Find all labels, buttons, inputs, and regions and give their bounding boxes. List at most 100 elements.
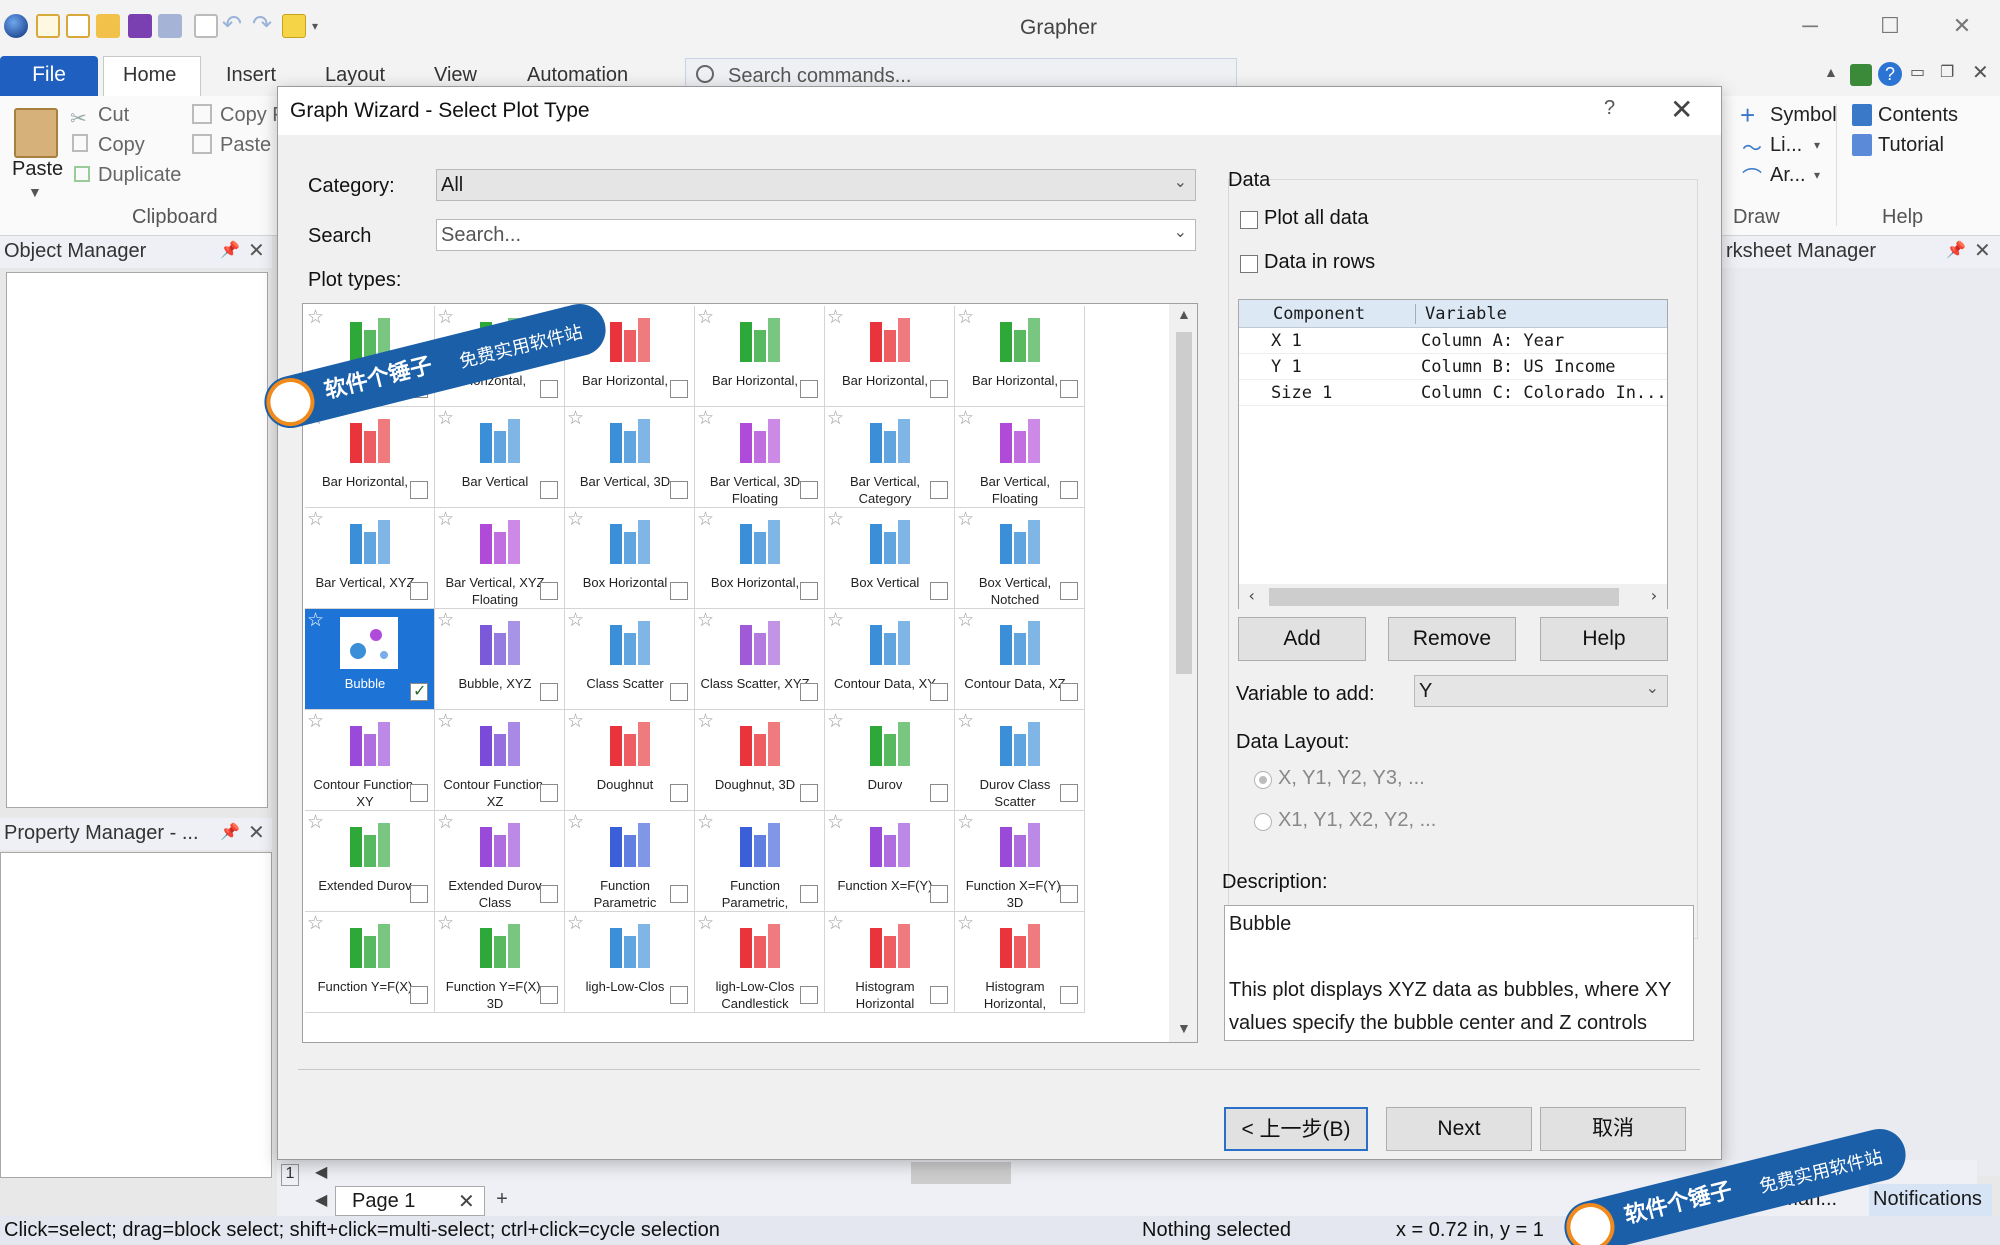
plot-type-tile[interactable]: ☆ Durov (825, 710, 955, 811)
favorite-star-icon[interactable]: ☆ (957, 508, 974, 531)
scroll-left-icon[interactable]: ◀ (315, 1162, 327, 1182)
plot-type-tile[interactable]: ☆ Bar Vertical (435, 407, 565, 508)
plot-type-checkbox[interactable] (670, 885, 688, 903)
plot-type-checkbox[interactable] (670, 683, 688, 701)
arc-button[interactable]: Ar... (1770, 164, 1806, 187)
plot-type-tile[interactable]: ☆ ligh-Low-Clos (565, 912, 695, 1013)
plot-type-tile[interactable]: ☆ Bar Vertical, XYZ Floating (435, 508, 565, 609)
paste-dropdown-icon[interactable]: ▼ (28, 184, 42, 200)
favorite-star-icon[interactable]: ☆ (437, 407, 454, 430)
plot-type-checkbox[interactable] (540, 683, 558, 701)
favorite-star-icon[interactable]: ☆ (307, 811, 324, 834)
symbol-button[interactable]: Symbol (1770, 104, 1837, 127)
favorite-star-icon[interactable]: ☆ (697, 912, 714, 935)
favorite-star-icon[interactable]: ☆ (697, 710, 714, 733)
close-panel-icon[interactable]: ✕ (248, 820, 265, 845)
help-variable-button[interactable]: Help (1540, 617, 1668, 661)
plot-type-checkbox[interactable] (410, 885, 428, 903)
close-tab-icon[interactable]: ✕ (458, 1189, 475, 1214)
plot-type-checkbox[interactable] (930, 784, 948, 802)
tab-layout[interactable]: Layout (325, 64, 385, 87)
plot-type-checkbox[interactable] (800, 582, 818, 600)
favorite-star-icon[interactable]: ☆ (437, 710, 454, 733)
favorite-star-icon[interactable]: ☆ (437, 609, 454, 632)
plot-type-tile[interactable]: ☆ Bar Vertical, Category (825, 407, 955, 508)
plot-type-checkbox[interactable] (410, 986, 428, 1004)
contents-button[interactable]: Contents (1878, 104, 1958, 127)
plot-type-tile[interactable]: ☆ Extended Durov Class (435, 811, 565, 912)
favorite-star-icon[interactable]: ☆ (437, 811, 454, 834)
plot-type-tile[interactable]: ☆ Box Horizontal, (695, 508, 825, 609)
plot-type-tile[interactable]: ☆ Bar Vertical, 3D (565, 407, 695, 508)
plot-type-tile[interactable]: ☆ Function Y=F(X) (305, 912, 435, 1013)
plot-list-scrollbar[interactable]: ▲ ▼ (1169, 304, 1197, 1042)
select-tool-icon[interactable] (282, 14, 306, 38)
redo-icon[interactable]: ↷ (252, 13, 276, 38)
plot-type-tile[interactable]: ☆Bar Horizontal, (305, 407, 435, 508)
dialog-close-button[interactable]: ✕ (1670, 93, 1693, 126)
undo-icon[interactable]: ↶ (222, 13, 246, 38)
plot-all-data-checkbox[interactable] (1240, 211, 1258, 229)
plot-type-checkbox[interactable] (410, 784, 428, 802)
plot-type-checkbox[interactable] (1060, 784, 1078, 802)
plot-type-checkbox[interactable] (410, 681, 428, 701)
scroll-left-icon[interactable]: ‹ (1247, 586, 1257, 605)
plot-type-checkbox[interactable] (670, 582, 688, 600)
category-dropdown[interactable]: All ⌄ (436, 169, 1196, 201)
pin-icon[interactable]: 📌 (220, 240, 240, 260)
plot-type-tile[interactable]: ☆ Box Vertical (825, 508, 955, 609)
favorite-star-icon[interactable]: ☆ (567, 407, 584, 430)
favorite-star-icon[interactable]: ☆ (307, 508, 324, 531)
variable-table-hscroll[interactable]: ‹ › (1239, 584, 1667, 610)
back-button[interactable]: < 上一步(B) (1224, 1107, 1368, 1151)
favorite-star-icon[interactable]: ☆ (957, 710, 974, 733)
tutorial-button[interactable]: Tutorial (1878, 134, 1944, 157)
favorite-star-icon[interactable]: ☆ (697, 609, 714, 632)
favorite-star-icon[interactable]: ☆ (567, 710, 584, 733)
table-row[interactable]: Size 1 Column C: Colorado In... (1239, 380, 1667, 406)
close-panel-icon[interactable]: ✕ (1974, 238, 1991, 263)
new-worksheet-icon[interactable] (66, 14, 90, 38)
worksheet-manager-panel[interactable] (1722, 268, 2000, 1176)
plot-type-checkbox[interactable] (930, 986, 948, 1004)
favorite-star-icon[interactable]: ☆ (827, 407, 844, 430)
plot-type-tile[interactable]: ☆ Contour Data, XZ (955, 609, 1085, 710)
line-button[interactable]: Li... (1770, 134, 1802, 157)
favorite-star-icon[interactable]: ☆ (697, 811, 714, 834)
plot-type-checkbox[interactable] (540, 885, 558, 903)
favorite-star-icon[interactable]: ☆ (567, 811, 584, 834)
favorite-star-icon[interactable]: ☆ (957, 306, 974, 329)
plot-type-tile[interactable]: ☆ Durov Class Scatter (955, 710, 1085, 811)
table-row[interactable]: X 1 Column A: Year (1239, 328, 1667, 354)
favorite-star-icon[interactable]: ☆ (697, 407, 714, 430)
print-icon[interactable] (194, 14, 218, 38)
scroll-right-icon[interactable]: › (1649, 586, 1659, 605)
layout-radio-x1y1[interactable] (1254, 813, 1272, 831)
mdi-minimize-icon[interactable]: ▭ (1910, 62, 1925, 82)
plot-type-tile[interactable]: ☆ Class Scatter, XYZ (695, 609, 825, 710)
plot-type-checkbox[interactable] (540, 481, 558, 499)
plot-type-tile[interactable]: ☆Bar Horizontal, (695, 306, 825, 407)
favorite-star-icon[interactable]: ☆ (957, 407, 974, 430)
favorite-star-icon[interactable]: ☆ (827, 811, 844, 834)
plot-type-checkbox[interactable] (930, 885, 948, 903)
variable-table[interactable]: Component Variable X 1 Column A: Year Y … (1238, 299, 1668, 610)
dialog-help-button[interactable]: ? (1604, 97, 1615, 120)
plot-type-checkbox[interactable] (800, 885, 818, 903)
tab-insert[interactable]: Insert (226, 64, 276, 87)
notifications-tab[interactable]: Notifications (1869, 1184, 1992, 1216)
favorite-star-icon[interactable]: ☆ (827, 710, 844, 733)
layout-radio-xy[interactable] (1254, 771, 1272, 789)
favorite-star-icon[interactable]: ☆ (437, 306, 454, 329)
plot-type-tile[interactable]: ☆ Function Y=F(X), 3D (435, 912, 565, 1013)
hscroll-thumb[interactable] (911, 1162, 1011, 1184)
scroll-down-icon[interactable]: ▼ (1177, 1020, 1191, 1036)
mdi-restore-icon[interactable]: ❐ (1940, 62, 1954, 82)
favorite-star-icon[interactable]: ☆ (697, 306, 714, 329)
plot-type-tile[interactable]: ☆Bar Horizontal, (955, 306, 1085, 407)
favorite-star-icon[interactable]: ☆ (567, 508, 584, 531)
favorite-star-icon[interactable]: ☆ (827, 508, 844, 531)
plot-type-tile[interactable]: ☆ Class Scatter (565, 609, 695, 710)
object-manager-panel[interactable] (6, 272, 268, 808)
plot-type-tile[interactable]: ☆ Bar Vertical, XYZ (305, 508, 435, 609)
